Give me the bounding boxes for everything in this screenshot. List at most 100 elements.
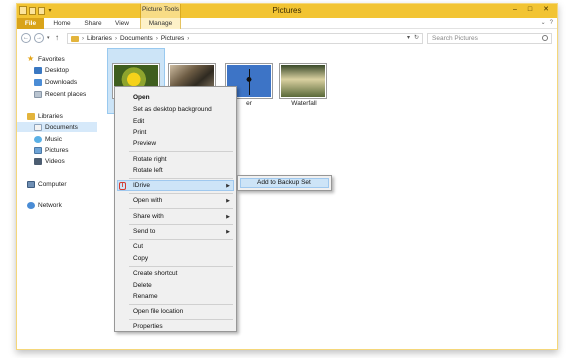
submenu-arrow-icon: ▶ xyxy=(226,198,230,204)
nav-label: Downloads xyxy=(45,78,78,86)
tab-share[interactable]: Share xyxy=(79,18,107,29)
breadcrumb-separator: › xyxy=(82,35,84,42)
breadcrumb-separator: › xyxy=(155,35,158,42)
videos-icon xyxy=(34,157,42,165)
breadcrumb-separator: › xyxy=(114,35,117,42)
menu-separator xyxy=(129,304,233,305)
tab-view[interactable]: View xyxy=(109,18,135,29)
pictures-icon xyxy=(34,146,42,154)
menu-item-print[interactable]: Print xyxy=(133,129,146,137)
menu-item-rotate-right[interactable]: Rotate right xyxy=(133,156,167,164)
menu-item-open-with[interactable]: Open with xyxy=(133,197,162,205)
maximize-button[interactable]: □ xyxy=(523,5,537,15)
menu-item-rename[interactable]: Rename xyxy=(133,293,158,301)
nav-label: Documents xyxy=(45,123,78,131)
nav-label: Network xyxy=(38,201,62,209)
menu-item-open[interactable]: Open xyxy=(133,94,150,102)
menu-separator xyxy=(129,319,233,320)
menu-item-idrive[interactable]: IDrive xyxy=(133,182,150,190)
ribbon-right-controls: ⌄ ? xyxy=(541,19,553,28)
nav-network[interactable]: Network xyxy=(27,200,62,210)
address-history-icon[interactable]: ▾ xyxy=(407,34,410,43)
back-button[interactable]: ← xyxy=(21,33,31,43)
tab-home[interactable]: Home xyxy=(47,18,77,29)
submenu-arrow-icon: ▶ xyxy=(226,229,230,235)
nav-item-recent-places[interactable]: Recent places xyxy=(34,89,86,99)
nav-item-downloads[interactable]: Downloads xyxy=(34,77,77,87)
file-thumbnail-waterfall[interactable] xyxy=(280,64,326,98)
nav-item-music[interactable]: Music xyxy=(34,134,62,144)
window-controls: – □ ✕ xyxy=(508,5,554,15)
breadcrumb-libraries[interactable]: Libraries xyxy=(87,35,112,42)
menu-item-open-file-location[interactable]: Open file location xyxy=(133,308,183,316)
menu-item-add-to-backup-set[interactable]: Add to Backup Set xyxy=(257,179,311,187)
music-icon xyxy=(34,135,42,143)
folder-icon xyxy=(71,35,79,42)
network-icon xyxy=(27,201,35,209)
nav-item-documents[interactable]: Documents xyxy=(17,122,97,132)
nav-label: Computer xyxy=(38,180,67,188)
nav-favorites[interactable]: ★ Favorites xyxy=(27,54,65,64)
refresh-icon[interactable]: ↻ xyxy=(414,34,419,43)
nav-item-desktop[interactable]: Desktop xyxy=(34,65,69,75)
menu-separator xyxy=(129,151,233,152)
minimize-button[interactable]: – xyxy=(508,5,522,15)
breadcrumb-documents[interactable]: Documents xyxy=(120,35,153,42)
downloads-icon xyxy=(34,78,42,86)
ribbon-tabs: File Home Share View Manage ⌄ ? xyxy=(17,18,557,29)
quick-access-toolbar: ▾ xyxy=(19,6,53,15)
menu-item-delete[interactable]: Delete xyxy=(133,282,152,290)
menu-item-properties[interactable]: Properties xyxy=(133,323,163,331)
new-folder-icon[interactable] xyxy=(38,6,45,15)
file-label: er xyxy=(246,100,252,107)
address-bar-end: ▾ ↻ xyxy=(407,34,419,43)
menu-separator xyxy=(129,178,233,179)
expand-ribbon-icon[interactable]: ⌄ xyxy=(541,19,546,28)
folder-icon[interactable] xyxy=(19,6,27,15)
computer-icon xyxy=(27,180,35,188)
spider-web-line xyxy=(249,69,250,95)
recent-locations-dropdown[interactable]: ▾ xyxy=(47,35,50,41)
submenu-arrow-icon: ▶ xyxy=(226,183,230,189)
nav-item-videos[interactable]: Videos xyxy=(34,156,65,166)
nav-libraries[interactable]: Libraries xyxy=(27,111,63,121)
libraries-icon xyxy=(27,112,35,120)
menu-item-create-shortcut[interactable]: Create shortcut xyxy=(133,270,177,278)
search-placeholder: Search Pictures xyxy=(432,35,478,42)
tab-file[interactable]: File xyxy=(17,18,44,29)
menu-item-copy[interactable]: Copy xyxy=(133,255,148,263)
close-button[interactable]: ✕ xyxy=(538,5,554,15)
menu-separator xyxy=(129,208,233,209)
desktop-icon xyxy=(34,66,42,74)
menu-separator xyxy=(129,239,233,240)
nav-label: Pictures xyxy=(45,146,69,154)
star-icon: ★ xyxy=(27,54,35,63)
menu-item-preview[interactable]: Preview xyxy=(133,140,156,148)
help-icon[interactable]: ? xyxy=(550,19,553,28)
up-button[interactable]: ↑ xyxy=(55,33,59,43)
menu-item-share-with[interactable]: Share with xyxy=(133,213,164,221)
tab-manage[interactable]: Manage xyxy=(140,18,181,29)
address-bar[interactable]: › Libraries › Documents › Pictures › ▾ ↻ xyxy=(67,33,423,44)
menu-item-set-desktop-background[interactable]: Set as desktop background xyxy=(133,106,212,114)
menu-item-cut[interactable]: Cut xyxy=(133,243,143,251)
idrive-icon: I xyxy=(119,182,126,190)
breadcrumb-pictures[interactable]: Pictures xyxy=(161,35,184,42)
menu-item-rotate-left[interactable]: Rotate left xyxy=(133,167,163,175)
window-title: Pictures xyxy=(272,6,302,15)
nav-item-pictures[interactable]: Pictures xyxy=(34,145,68,155)
menu-item-send-to[interactable]: Send to xyxy=(133,228,155,236)
search-input[interactable]: Search Pictures xyxy=(427,33,552,44)
nav-label: Music xyxy=(45,135,62,143)
properties-icon[interactable] xyxy=(29,6,36,15)
nav-label: Favorites xyxy=(38,55,65,63)
forward-button[interactable]: → xyxy=(34,33,44,43)
menu-item-edit[interactable]: Edit xyxy=(133,118,144,126)
customize-qat-icon[interactable]: ▾ xyxy=(47,7,53,15)
nav-computer[interactable]: Computer xyxy=(27,179,67,189)
menu-separator xyxy=(129,266,233,267)
nav-label: Recent places xyxy=(45,90,87,98)
file-label: Waterfall xyxy=(291,100,317,107)
navigation-pane: ★ Favorites Desktop Downloads Recent pla… xyxy=(17,48,105,349)
search-icon[interactable] xyxy=(542,35,548,41)
